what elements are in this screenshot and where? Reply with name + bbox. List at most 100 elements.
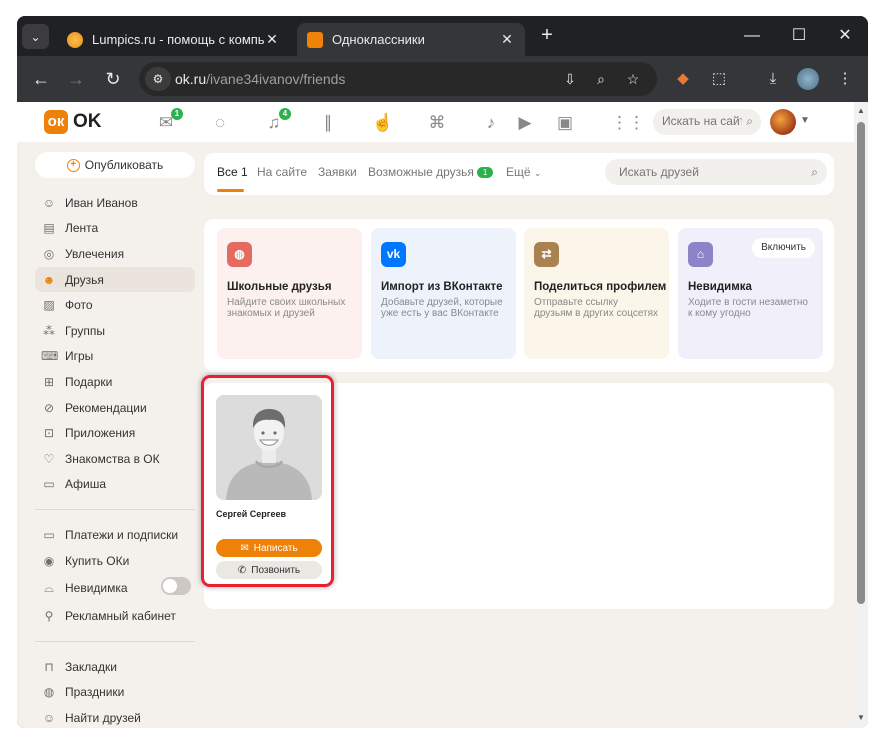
sidebar-item-apps[interactable]: ⊡ Приложения — [35, 420, 195, 446]
friends-search-input[interactable] — [619, 165, 799, 179]
sidebar-item-bookmarks[interactable]: ⊓ Закладки — [35, 654, 195, 680]
search-icon: ⌕ — [746, 114, 753, 128]
sidebar-item-friends[interactable]: ☻ Друзья — [35, 266, 195, 293]
call-button[interactable]: ✆ Позвонить — [216, 561, 322, 579]
plus-icon: + — [66, 158, 80, 172]
video-calls-icon[interactable]: ⌘ — [426, 112, 448, 134]
promo-cards: ◍ Школьные друзья Найдите своих школьных… — [204, 219, 834, 372]
friends-list: Сергей Сергеев ✉ Написать ✆ Позвонить — [204, 383, 834, 609]
groups-icon: ⁂ — [43, 323, 55, 338]
scroll-down-icon[interactable]: ▼ — [857, 714, 865, 722]
friends-icon: ☻ — [42, 272, 56, 287]
zoom-icon[interactable]: ⌕ — [592, 70, 610, 88]
browser-tab-ok[interactable]: Одноклассники ✕ — [297, 23, 525, 56]
install-icon[interactable]: ⇩ — [561, 70, 579, 88]
browser-tab-lumpics[interactable]: Lumpics.ru - помощь с компьютером ✕ — [57, 23, 290, 56]
globe-icon: ◍ — [227, 242, 252, 267]
discussions-icon[interactable]: ◌ — [209, 112, 231, 134]
tab-search-icon[interactable]: ⌄ — [22, 24, 49, 49]
sidebar-divider — [35, 509, 195, 511]
video-icon[interactable]: ▶ — [514, 112, 536, 134]
user-avatar[interactable] — [770, 109, 796, 135]
tab-possible-friends[interactable]: Возможные друзья 1 — [368, 165, 494, 179]
scroll-thumb[interactable] — [857, 122, 865, 604]
friend-avatar[interactable] — [216, 395, 322, 500]
back-icon[interactable]: ← — [29, 67, 53, 91]
forward-icon[interactable]: → — [64, 67, 88, 91]
share-icon: ⇄ — [534, 242, 559, 267]
promo-vk-import[interactable]: vk Импорт из ВКонтакте Добавьте друзей, … — [371, 228, 516, 359]
sidebar-divider — [35, 640, 195, 642]
friends-search[interactable]: ⌕ — [605, 159, 827, 185]
page-scrollbar[interactable]: ▲ ▼ — [854, 102, 868, 728]
reload-icon[interactable]: ↻ — [101, 67, 125, 91]
music-icon[interactable]: ♪ — [480, 112, 502, 134]
minimize-icon[interactable]: — — [732, 24, 772, 48]
notifications-icon[interactable]: ♫ 4 — [263, 108, 291, 134]
sidebar-item-find-friends[interactable]: ☺ Найти друзей — [35, 705, 195, 728]
enable-invisible-button[interactable]: Включить — [752, 238, 815, 258]
calendar-icon[interactable]: ▣ — [554, 112, 576, 134]
tab-all[interactable]: Все 1 — [217, 165, 248, 179]
sidebar-item-gifts[interactable]: ⊞ Подарки — [35, 369, 195, 395]
notifications-badge: 4 — [279, 108, 291, 120]
sidebar-item-recommendations[interactable]: ⊘ Рекомендации — [35, 395, 195, 421]
maximize-icon[interactable]: ☐ — [779, 24, 819, 48]
browser-window: ⌄ Lumpics.ru - помощь с компьютером ✕ Од… — [17, 16, 868, 728]
sidebar-item-payments[interactable]: ▭ Платежи и подписки — [35, 522, 195, 548]
ok-logo-icon: ок — [44, 110, 68, 134]
friend-name[interactable]: Сергей Сергеев — [216, 509, 322, 519]
scroll-up-icon[interactable]: ▲ — [857, 107, 865, 115]
tab-strip: ⌄ Lumpics.ru - помощь с компьютером ✕ Од… — [17, 16, 868, 56]
apps-grid-icon[interactable]: ⋮⋮ — [611, 112, 645, 134]
sidebar-item-holidays[interactable]: ◍ Праздники — [35, 680, 195, 706]
ok-logo[interactable]: ок OK — [44, 110, 102, 134]
sidebar-item-afisha[interactable]: ▭ Афиша — [35, 472, 195, 498]
site-search-input[interactable] — [662, 114, 742, 128]
extension-fox-icon[interactable]: ◆ — [672, 68, 694, 90]
sidebar-item-hobbies[interactable]: ◎ Увлечения — [35, 241, 195, 267]
holiday-icon: ◍ — [43, 685, 55, 700]
tab-title: Lumpics.ru - помощь с компьютером — [92, 32, 264, 47]
tickets-icon: ▭ — [43, 477, 55, 492]
sidebar-item-games[interactable]: ⌨ Игры — [35, 344, 195, 370]
download-icon[interactable]: ⤓ — [762, 68, 784, 90]
sidebar-item-buy-ok[interactable]: ◉ Купить ОКи — [35, 548, 195, 574]
ok-header: ок OK ✉1 ◌ ♫4 ∥ ☝ ⌘ ♪ ▶ ▣ ⋮⋮ ⌕ ▼ — [17, 102, 854, 142]
dating-icon: ♡ — [43, 451, 55, 466]
sidebar-item-feed[interactable]: ▤ Лента — [35, 216, 195, 242]
guests-icon[interactable]: ∥ — [317, 112, 339, 134]
sidebar-item-invisible[interactable]: ⌓ Невидимка — [35, 573, 195, 603]
menu-kebab-icon[interactable]: ⋮ — [834, 68, 856, 90]
sidebar-item-profile[interactable]: ☺ Иван Иванов — [35, 190, 195, 216]
tab-requests[interactable]: Заявки — [318, 165, 357, 179]
invisible-toggle[interactable] — [161, 577, 191, 596]
bookmark-star-icon[interactable]: ☆ — [624, 70, 642, 88]
chevron-down-icon[interactable]: ▼ — [800, 115, 810, 126]
profile-avatar-icon[interactable] — [797, 68, 819, 90]
site-search[interactable]: ⌕ — [653, 109, 761, 135]
sidebar-item-photo[interactable]: ▨ Фото — [35, 292, 195, 318]
tab-more[interactable]: Ещё ⌄ — [506, 165, 541, 179]
tab-online[interactable]: На сайте — [257, 165, 307, 179]
extensions-puzzle-icon[interactable]: ⬚ — [708, 68, 730, 90]
address-bar[interactable]: ⚙ ok.ru/ivane34ivanov/friends ⇩ ⌕ ☆ — [139, 62, 657, 96]
sidebar-item-groups[interactable]: ⁂ Группы — [35, 318, 195, 344]
messages-icon[interactable]: ✉ 1 — [155, 108, 183, 134]
sidebar-item-dating[interactable]: ♡ Знакомства в ОК — [35, 446, 195, 472]
close-tab-icon[interactable]: ✕ — [264, 31, 280, 48]
write-message-button[interactable]: ✉ Написать — [216, 539, 322, 557]
ok-logo-text: OK — [73, 111, 102, 132]
promo-school-friends[interactable]: ◍ Школьные друзья Найдите своих школьных… — [217, 228, 362, 359]
sidebar-item-ads[interactable]: ⚲ Рекламный кабинет — [35, 603, 195, 629]
site-info-icon[interactable]: ⚙ — [145, 67, 171, 91]
url-text[interactable]: ok.ru/ivane34ivanov/friends — [175, 71, 345, 87]
new-tab-button[interactable]: + — [536, 25, 558, 47]
marks-icon[interactable]: ☝ — [372, 112, 394, 134]
games-icon: ⌨ — [41, 349, 59, 364]
close-window-icon[interactable]: ✕ — [825, 24, 865, 48]
promo-invisible[interactable]: ⌂ Невидимка Ходите в гости незаметно к к… — [678, 228, 823, 359]
publish-button[interactable]: + Опубликовать — [35, 152, 195, 178]
close-tab-icon[interactable]: ✕ — [499, 31, 515, 48]
promo-share-profile[interactable]: ⇄ Поделиться профилем Отправьте ссылку д… — [524, 228, 669, 359]
